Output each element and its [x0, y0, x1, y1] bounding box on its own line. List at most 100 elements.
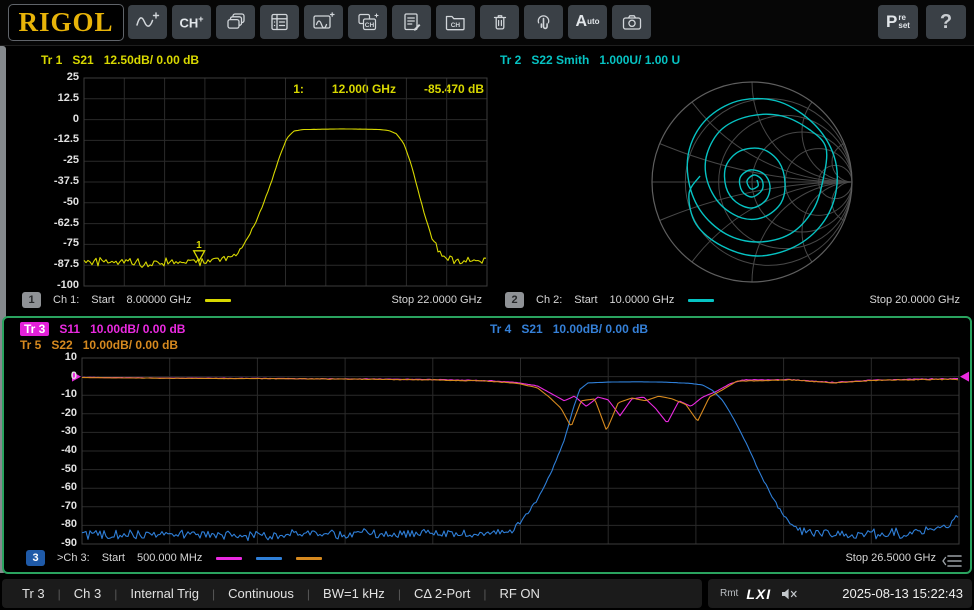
y-axis-label: 0 [4, 370, 77, 382]
ch1-label: Ch 1: [53, 294, 79, 306]
ch3-badge[interactable]: 3 [26, 550, 45, 566]
trace1-name: Tr 1 [41, 53, 62, 67]
y-axis-label: 10 [4, 351, 77, 363]
auto-scale-button[interactable]: Auto [568, 5, 607, 39]
trace1-color-swatch [205, 299, 231, 302]
menu-expand-icon[interactable] [942, 553, 964, 569]
y-axis-label: -87.5 [7, 258, 79, 270]
preset-button[interactable]: P reset [878, 5, 918, 39]
y-axis-label: -30 [4, 425, 77, 437]
remote-indicator: Rmt [720, 588, 738, 599]
trace5-color-swatch [296, 557, 322, 560]
folder-ch-icon: CH [444, 12, 467, 32]
meas-table-icon [269, 12, 291, 32]
channel2-panel[interactable]: Tr 2S22 Smith1.000U/ 1.00 U 2 Ch 2: Star… [490, 46, 972, 314]
copy-channel-button[interactable]: CH [348, 5, 387, 39]
y-axis-label: -75 [7, 237, 79, 249]
channel-copy-icon: CH [356, 12, 379, 32]
status-separator: | [307, 587, 310, 601]
speaker-muted-icon [780, 587, 798, 601]
ch3-start-frequency: 500.000 MHz [137, 552, 202, 564]
y-axis-label: 0 [7, 113, 79, 125]
rigol-logo: RIGOL [8, 4, 124, 41]
status-item-bw-1-khz[interactable]: BW=1 kHz [323, 586, 385, 601]
trace4-color-swatch [256, 557, 282, 560]
ch2-badge[interactable]: 2 [505, 292, 524, 308]
y-axis-label: -50 [7, 196, 79, 208]
ch2-stop-frequency: 20.0000 GHz [895, 294, 960, 306]
ch2-footer: 2 Ch 2: Start 10.0000 GHz Stop 20.0000 G… [490, 288, 972, 312]
ch1-footer: 1 Ch 1: Start 8.00000 GHz Stop 22.0000 G… [7, 288, 488, 312]
status-items: Tr 3 | Ch 3 | Internal Trig | Continuous | BW=1 … [2, 579, 702, 608]
trace5-header[interactable]: Tr 5S2210.00dB/ 0.00 dB [20, 338, 178, 352]
status-right: Rmt LXI 2025-08-13 15:22:43 [708, 579, 972, 608]
y-axis-label: -90 [4, 537, 77, 549]
ch3-footer: 3 >Ch 3: Start 500.000 MHz Stop 26.5000 … [4, 546, 970, 570]
ch3-plot [4, 318, 970, 572]
ch3-stop-frequency: 26.5000 GHz [871, 552, 936, 564]
toolbar-button-group: CH+ CH CH Auto [128, 5, 651, 39]
ch2-start-frequency: 10.0000 GHz [610, 294, 675, 306]
channel-add-icon: CH+ [179, 14, 203, 30]
svg-text:1: 1 [196, 240, 202, 251]
status-item-tr-3[interactable]: Tr 3 [22, 586, 45, 601]
window-layout-button[interactable] [216, 5, 255, 39]
trace3-name-badge[interactable]: Tr 3 [20, 322, 49, 336]
trace1-header[interactable]: Tr 1S2112.50dB/ 0.00 dB [41, 53, 199, 67]
y-axis-label: -70 [4, 500, 77, 512]
status-item-ch-3[interactable]: Ch 3 [74, 586, 101, 601]
status-separator: | [58, 587, 61, 601]
help-label: ? [940, 11, 952, 34]
datetime: 2025-08-13 15:22:43 [842, 586, 963, 601]
ch2-smith-plot [490, 46, 972, 314]
channel1-panel[interactable]: Tr 1S2112.50dB/ 0.00 dB 1:12.000 GHz-85.… [7, 46, 488, 314]
y-axis-label: -100 [7, 279, 79, 291]
add-trace-button[interactable] [128, 5, 167, 39]
trace2-color-swatch [688, 299, 714, 302]
stack-icon [225, 12, 247, 32]
trace2-name: Tr 2 [500, 53, 521, 67]
preset-sub-label: reset [898, 14, 910, 30]
ch1-start-frequency: 8.00000 GHz [127, 294, 192, 306]
save-channel-button[interactable]: CH [436, 5, 475, 39]
status-item-internal-trig[interactable]: Internal Trig [130, 586, 199, 601]
trace4-name: Tr 4 [490, 322, 511, 336]
y-axis-label: -80 [4, 518, 77, 530]
status-separator: | [114, 587, 117, 601]
add-channel-button[interactable]: CH+ [172, 5, 211, 39]
help-button[interactable]: ? [926, 5, 966, 39]
trace3-header[interactable]: Tr 3S1110.00dB/ 0.00 dB [20, 322, 185, 336]
channel3-panel[interactable]: Tr 3S1110.00dB/ 0.00 dB Tr 4S2110.00dB/ … [2, 316, 972, 574]
y-axis-label: -12.5 [7, 133, 79, 145]
y-axis-label: 12.5 [7, 92, 79, 104]
ch1-stop-frequency: 22.0000 GHz [417, 294, 482, 306]
trace-window-button[interactable] [304, 5, 343, 39]
y-axis-label: -10 [4, 388, 77, 400]
status-item-continuous[interactable]: Continuous [228, 586, 294, 601]
y-axis-label: -37.5 [7, 175, 79, 187]
status-item-c-2-port[interactable]: CΔ 2-Port [414, 586, 470, 601]
status-item-rf-on[interactable]: RF ON [499, 586, 539, 601]
measurement-setup-button[interactable] [260, 5, 299, 39]
y-axis-label: -25 [7, 154, 79, 166]
doc-edit-icon [401, 12, 423, 32]
trace5-name: Tr 5 [20, 338, 41, 352]
camera-icon [621, 12, 643, 32]
trace2-header[interactable]: Tr 2S22 Smith1.000U/ 1.00 U [500, 53, 680, 67]
y-axis-label: -62.5 [7, 217, 79, 229]
trash-icon [490, 12, 510, 32]
auto-icon: Auto [576, 13, 600, 31]
status-separator: | [212, 587, 215, 601]
lxi-indicator: LXI [746, 586, 771, 602]
toolbar: RIGOL CH+ CH CH Auto P reset ? [0, 0, 974, 46]
svg-text:CH: CH [365, 22, 375, 29]
vna-screen: RIGOL CH+ CH CH Auto P reset ? Tr 1S2112.50… [0, 0, 974, 610]
ch1-badge[interactable]: 1 [22, 292, 41, 308]
marker1-readout: 1:12.000 GHz-85.470 dB [293, 82, 484, 96]
trace4-header[interactable]: Tr 4S2110.00dB/ 0.00 dB [490, 322, 648, 336]
y-axis-label: -20 [4, 407, 77, 419]
touch-button[interactable] [524, 5, 563, 39]
screenshot-button[interactable] [612, 5, 651, 39]
delete-button[interactable] [480, 5, 519, 39]
trace-settings-button[interactable] [392, 5, 431, 39]
